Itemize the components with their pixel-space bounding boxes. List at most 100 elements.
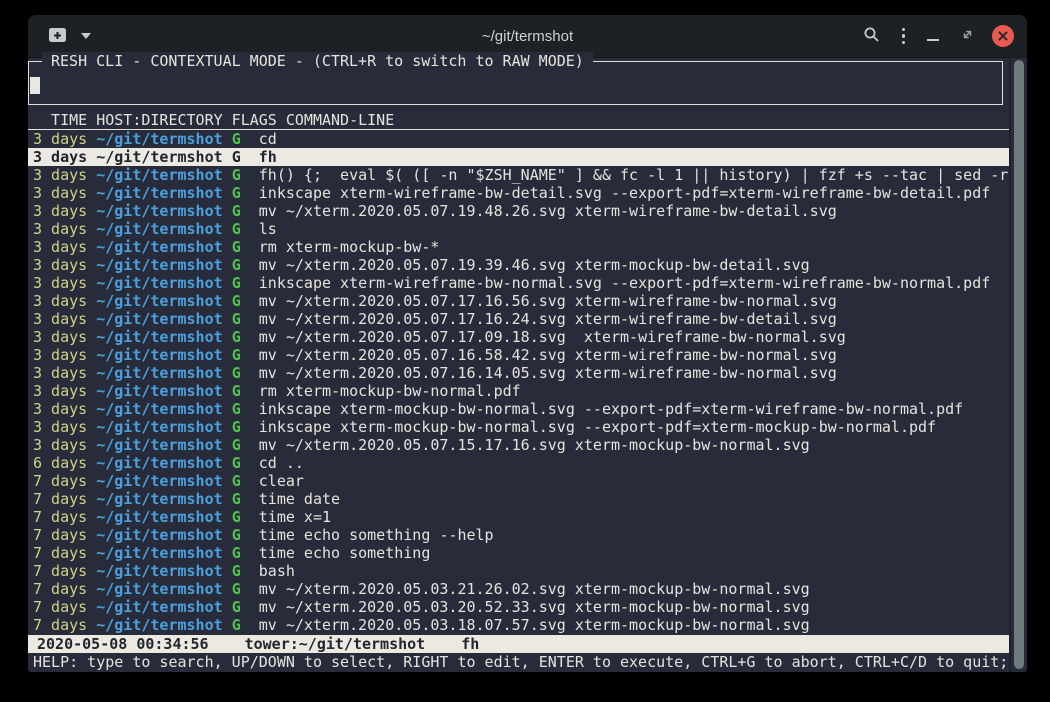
row-flags: G <box>232 364 259 382</box>
history-row[interactable]: 3 days ~/git/termshot G cd <box>28 130 1011 148</box>
status-datetime: 2020-05-08 00:34:56 <box>37 635 209 653</box>
history-row[interactable]: 6 days ~/git/termshot G cd .. <box>28 454 1011 472</box>
resh-search-box[interactable]: RESH CLI - CONTEXTUAL MODE - (CTRL+R to … <box>28 61 1003 105</box>
row-time: 3 days <box>33 436 96 454</box>
row-time: 7 days <box>33 472 96 490</box>
history-row[interactable]: 7 days ~/git/termshot G mv ~/xterm.2020.… <box>28 598 1011 616</box>
history-row[interactable]: 3 days ~/git/termshot G mv ~/xterm.2020.… <box>28 364 1011 382</box>
row-host: ~/git/termshot <box>96 382 231 400</box>
history-row[interactable]: 7 days ~/git/termshot G mv ~/xterm.2020.… <box>28 616 1011 634</box>
history-row[interactable]: 3 days ~/git/termshot G fh() {; eval $( … <box>28 166 1011 184</box>
row-command: cd .. <box>259 454 304 472</box>
history-row[interactable]: 3 days ~/git/termshot G ls <box>28 220 1011 238</box>
row-flags: G <box>232 166 259 184</box>
history-row[interactable]: 7 days ~/git/termshot G time echo someth… <box>28 526 1011 544</box>
row-flags: G <box>232 544 259 562</box>
help-line: HELP: type to search, UP/DOWN to select,… <box>33 653 1011 671</box>
history-row[interactable]: 7 days ~/git/termshot G clear <box>28 472 1011 490</box>
row-host: ~/git/termshot <box>96 130 231 148</box>
row-command: time echo something <box>259 544 431 562</box>
row-time: 3 days <box>33 310 96 328</box>
history-row[interactable]: 3 days ~/git/termshot G fh <box>28 148 1011 166</box>
search-icon <box>863 26 880 46</box>
row-flags: G <box>232 418 259 436</box>
row-command: time x=1 <box>259 508 331 526</box>
row-flags: G <box>232 472 259 490</box>
row-host: ~/git/termshot <box>96 436 231 454</box>
history-row[interactable]: 7 days ~/git/termshot G time date <box>28 490 1011 508</box>
row-host: ~/git/termshot <box>96 508 231 526</box>
row-flags: G <box>232 508 259 526</box>
scrollbar-track[interactable] <box>1009 58 1027 672</box>
row-flags: G <box>232 310 259 328</box>
row-command: ls <box>259 220 277 238</box>
row-host: ~/git/termshot <box>96 328 231 346</box>
row-time: 6 days <box>33 454 96 472</box>
row-time: 7 days <box>33 544 96 562</box>
scrollbar-thumb[interactable] <box>1014 60 1024 669</box>
history-row[interactable]: 3 days ~/git/termshot G inkscape xterm-w… <box>28 184 1011 202</box>
history-row[interactable]: 3 days ~/git/termshot G rm xterm-mockup-… <box>28 238 1011 256</box>
row-command: fh() {; eval $( ([ -n "$ZSH_NAME" ] && f… <box>259 166 1009 184</box>
row-command: mv ~/xterm.2020.05.03.21.26.02.svg xterm… <box>259 580 810 598</box>
history-row[interactable]: 3 days ~/git/termshot G inkscape xterm-w… <box>28 274 1011 292</box>
row-host: ~/git/termshot <box>96 238 231 256</box>
row-time: 3 days <box>33 292 96 310</box>
restore-icon <box>961 28 974 44</box>
row-command: mv ~/xterm.2020.05.07.17.16.56.svg xterm… <box>259 292 837 310</box>
history-row[interactable]: 3 days ~/git/termshot G mv ~/xterm.2020.… <box>28 328 1011 346</box>
row-flags: G <box>232 256 259 274</box>
new-terminal-button[interactable] <box>44 23 71 50</box>
row-command: inkscape xterm-wireframe-bw-detail.svg -… <box>259 184 991 202</box>
row-flags: G <box>232 328 259 346</box>
row-command: time echo something --help <box>259 526 494 544</box>
row-time: 3 days <box>33 202 96 220</box>
row-flags: G <box>232 346 259 364</box>
row-host: ~/git/termshot <box>96 148 231 166</box>
history-row[interactable]: 3 days ~/git/termshot G inkscape xterm-m… <box>28 418 1011 436</box>
history-row[interactable]: 7 days ~/git/termshot G time x=1 <box>28 508 1011 526</box>
history-row[interactable]: 3 days ~/git/termshot G rm xterm-mockup-… <box>28 382 1011 400</box>
row-time: 3 days <box>33 148 96 166</box>
history-row[interactable]: 3 days ~/git/termshot G inkscape xterm-m… <box>28 400 1011 418</box>
history-row[interactable]: 3 days ~/git/termshot G mv ~/xterm.2020.… <box>28 202 1011 220</box>
row-command: bash <box>259 562 295 580</box>
row-command: clear <box>259 472 304 490</box>
row-time: 3 days <box>33 238 96 256</box>
row-host: ~/git/termshot <box>96 220 231 238</box>
history-row[interactable]: 3 days ~/git/termshot G mv ~/xterm.2020.… <box>28 256 1011 274</box>
minimize-button[interactable] <box>923 27 943 45</box>
row-time: 7 days <box>33 562 96 580</box>
row-host: ~/git/termshot <box>96 454 231 472</box>
row-host: ~/git/termshot <box>96 166 231 184</box>
row-flags: G <box>232 400 259 418</box>
row-time: 3 days <box>33 328 96 346</box>
terminal-menu-button[interactable] <box>77 29 95 43</box>
row-time: 7 days <box>33 526 96 544</box>
row-host: ~/git/termshot <box>96 544 231 562</box>
row-flags: G <box>232 598 259 616</box>
row-command: inkscape xterm-wireframe-bw-normal.svg -… <box>259 274 991 292</box>
row-flags: G <box>232 490 259 508</box>
history-row[interactable]: 3 days ~/git/termshot G mv ~/xterm.2020.… <box>28 346 1011 364</box>
row-flags: G <box>232 202 259 220</box>
history-row[interactable]: 7 days ~/git/termshot G bash <box>28 562 1011 580</box>
row-flags: G <box>232 148 259 166</box>
history-row[interactable]: 3 days ~/git/termshot G mv ~/xterm.2020.… <box>28 292 1011 310</box>
search-button[interactable] <box>859 22 884 50</box>
history-row[interactable]: 3 days ~/git/termshot G mv ~/xterm.2020.… <box>28 310 1011 328</box>
history-row[interactable]: 3 days ~/git/termshot G mv ~/xterm.2020.… <box>28 436 1011 454</box>
close-button[interactable] <box>992 25 1014 47</box>
history-row[interactable]: 7 days ~/git/termshot G mv ~/xterm.2020.… <box>28 580 1011 598</box>
row-command: rm xterm-mockup-bw-normal.pdf <box>259 382 521 400</box>
history-table-header: TIME HOST:DIRECTORY FLAGS COMMAND-LINE <box>28 111 1011 130</box>
window-menu-button[interactable] <box>898 24 910 49</box>
row-command: rm xterm-mockup-bw-* <box>259 238 440 256</box>
status-bar: 2020-05-08 00:34:56tower:~/git/termshotf… <box>28 635 1011 653</box>
row-host: ~/git/termshot <box>96 256 231 274</box>
history-row[interactable]: 7 days ~/git/termshot G time echo someth… <box>28 544 1011 562</box>
restore-button[interactable] <box>957 24 978 48</box>
row-flags: G <box>232 382 259 400</box>
row-host: ~/git/termshot <box>96 184 231 202</box>
row-time: 3 days <box>33 346 96 364</box>
